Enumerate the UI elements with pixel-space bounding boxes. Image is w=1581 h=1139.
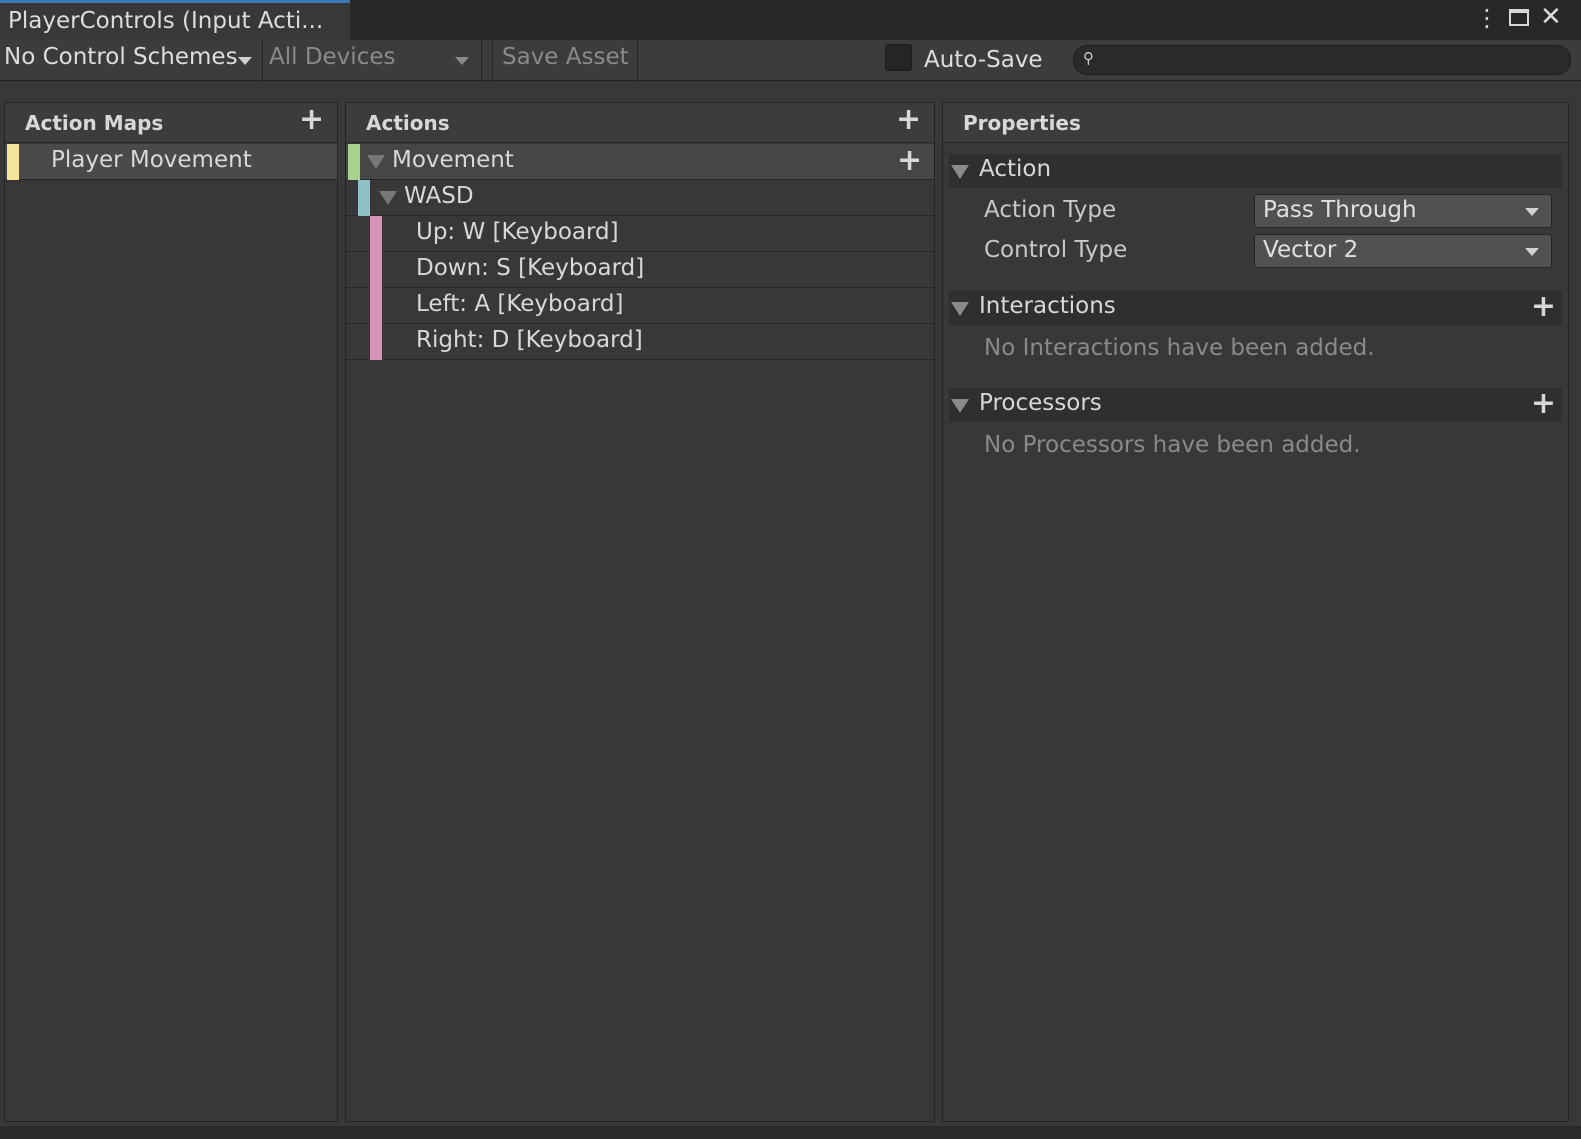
auto-save-checkbox[interactable] — [885, 44, 912, 71]
collapse-triangle-icon[interactable] — [951, 302, 969, 316]
binding-label: Up: W [Keyboard] — [416, 219, 619, 245]
properties-header: Properties — [943, 103, 1568, 143]
processors-empty-text: No Processors have been added. — [984, 432, 1361, 458]
search-icon: ⚲ — [1083, 49, 1094, 67]
action-maps-header: Action Maps + — [5, 103, 337, 143]
properties-panel: Properties Action Action Type Pass Throu… — [942, 102, 1569, 1122]
chevron-down-icon — [1525, 208, 1539, 216]
control-scheme-dropdown[interactable]: No Control Schemes — [0, 40, 262, 81]
close-icon[interactable]: ✕ — [1540, 3, 1562, 31]
chevron-down-icon — [1525, 248, 1539, 256]
action-row-movement[interactable]: Movement + — [346, 144, 934, 180]
composite-row-wasd[interactable]: WASD — [346, 180, 934, 216]
binding-color-bar — [370, 288, 382, 324]
binding-color-bar — [370, 216, 382, 252]
add-interaction-icon[interactable]: + — [1531, 292, 1556, 322]
expand-triangle-icon[interactable] — [367, 155, 385, 169]
processors-section-title: Processors — [979, 390, 1102, 416]
properties-title: Properties — [963, 111, 1081, 135]
add-action-icon[interactable]: + — [896, 105, 921, 135]
action-map-item[interactable]: Player Movement — [5, 144, 337, 180]
collapse-triangle-icon[interactable] — [951, 399, 969, 413]
auto-save-label: Auto-Save — [924, 47, 1043, 73]
chevron-down-icon — [238, 57, 252, 65]
devices-dropdown[interactable]: All Devices — [263, 40, 481, 81]
control-type-value: Vector 2 — [1263, 237, 1359, 263]
action-label: Movement — [392, 147, 514, 173]
action-type-label: Action Type — [984, 197, 1117, 223]
binding-color-bar — [370, 324, 382, 360]
action-color-bar — [348, 144, 360, 180]
binding-row[interactable]: Right: D [Keyboard] — [346, 324, 934, 360]
control-type-dropdown[interactable]: Vector 2 — [1254, 234, 1552, 268]
action-map-label: Player Movement — [51, 147, 252, 173]
interactions-section-header[interactable]: Interactions + — [949, 291, 1562, 325]
search-input[interactable]: ⚲ — [1073, 45, 1571, 75]
action-maps-title: Action Maps — [25, 111, 164, 135]
action-type-value: Pass Through — [1263, 197, 1417, 223]
processors-section-header[interactable]: Processors + — [949, 388, 1562, 422]
binding-label: Down: S [Keyboard] — [416, 255, 645, 281]
toolbar-divider — [481, 40, 482, 81]
chevron-down-icon — [455, 57, 469, 65]
actions-title: Actions — [366, 111, 450, 135]
action-type-dropdown[interactable]: Pass Through — [1254, 194, 1552, 228]
maximize-icon[interactable] — [1509, 9, 1529, 26]
save-asset-button[interactable]: Save Asset — [493, 40, 637, 81]
binding-color-bar — [370, 252, 382, 288]
action-section-title: Action — [979, 156, 1052, 182]
window-tab[interactable]: PlayerControls (Input Acti... — [0, 0, 350, 40]
binding-row[interactable]: Up: W [Keyboard] — [346, 216, 934, 252]
actions-header: Actions + — [346, 103, 934, 143]
action-map-color-bar — [7, 144, 19, 180]
bottom-border — [0, 1126, 1581, 1139]
save-asset-label: Save Asset — [502, 44, 629, 70]
toolbar-divider — [637, 40, 638, 81]
binding-row[interactable]: Left: A [Keyboard] — [346, 288, 934, 324]
control-type-label: Control Type — [984, 237, 1128, 263]
toolbar: No Control Schemes All Devices Save Asse… — [0, 40, 1581, 81]
add-action-map-icon[interactable]: + — [299, 105, 324, 135]
actions-panel: Actions + Movement + WASD Up: W [Keyboar… — [345, 102, 935, 1122]
control-scheme-label: No Control Schemes — [4, 44, 238, 70]
composite-color-bar — [358, 180, 370, 216]
binding-label: Right: D [Keyboard] — [416, 327, 643, 353]
window-title: PlayerControls (Input Acti... — [8, 8, 324, 34]
expand-triangle-icon[interactable] — [379, 191, 397, 205]
interactions-empty-text: No Interactions have been added. — [984, 335, 1375, 361]
action-maps-panel: Action Maps + Player Movement — [4, 102, 338, 1122]
add-processor-icon[interactable]: + — [1531, 389, 1556, 419]
collapse-triangle-icon[interactable] — [951, 165, 969, 179]
action-section-header[interactable]: Action — [949, 154, 1562, 188]
devices-label: All Devices — [269, 44, 396, 70]
binding-row[interactable]: Down: S [Keyboard] — [346, 252, 934, 288]
kebab-menu-icon[interactable]: ⋮ — [1475, 4, 1499, 32]
add-binding-icon[interactable]: + — [897, 146, 922, 176]
interactions-section-title: Interactions — [979, 293, 1116, 319]
binding-label: Left: A [Keyboard] — [416, 291, 624, 317]
composite-label: WASD — [404, 183, 474, 209]
